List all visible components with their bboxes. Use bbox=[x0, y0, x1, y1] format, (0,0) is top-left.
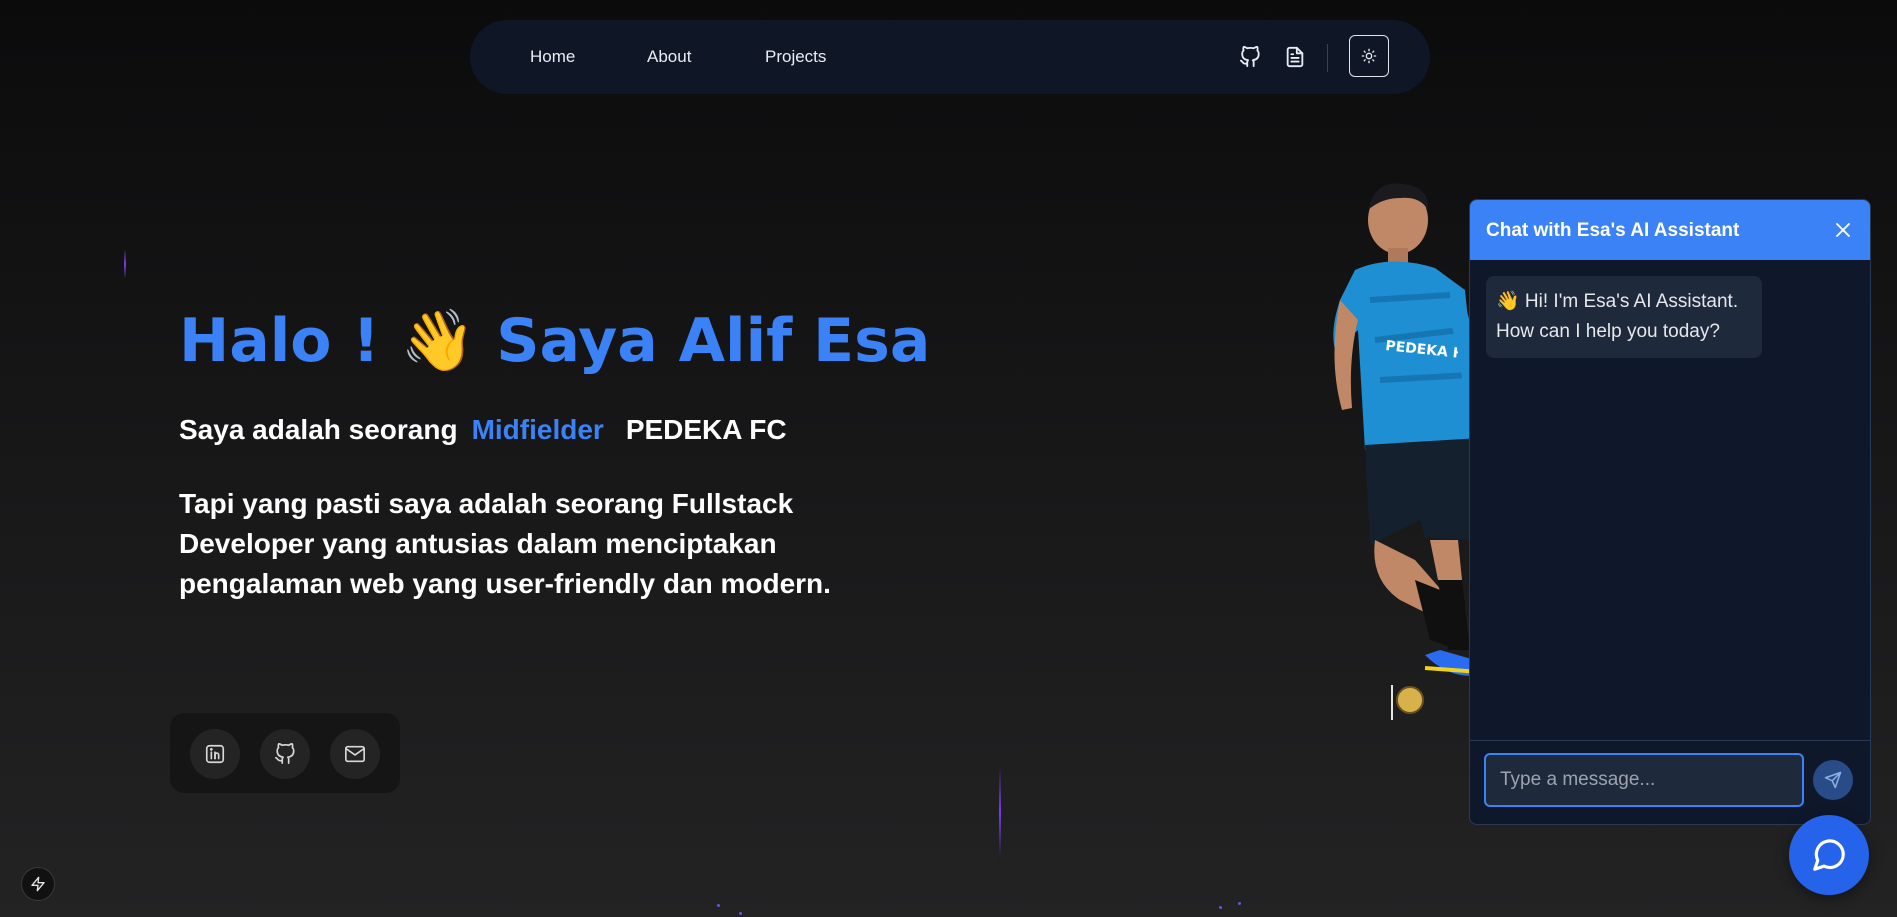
hero-greeting: Halo ! bbox=[179, 306, 380, 376]
hero-description: Tapi yang pasti saya adalah seorang Full… bbox=[179, 488, 831, 599]
github-button[interactable] bbox=[260, 729, 310, 779]
hero-team: PEDEKA FC bbox=[625, 414, 787, 445]
decorative-line bbox=[999, 765, 1001, 860]
bolt-button[interactable] bbox=[21, 867, 55, 901]
chat-header: Chat with Esa's AI Assistant bbox=[1470, 200, 1870, 260]
decorative-line bbox=[124, 250, 126, 278]
send-button[interactable] bbox=[1813, 760, 1853, 800]
lightning-bolt-icon bbox=[31, 876, 45, 892]
send-icon bbox=[1824, 771, 1842, 789]
decorative-dot bbox=[1238, 902, 1241, 905]
decorative-dot bbox=[717, 904, 720, 907]
navbar: Home About Projects bbox=[470, 20, 1430, 94]
chat-panel: Chat with Esa's AI Assistant 👋 Hi! I'm E… bbox=[1469, 199, 1871, 825]
email-button[interactable] bbox=[330, 729, 380, 779]
chat-footer bbox=[1470, 740, 1870, 824]
message-bubble-icon bbox=[1813, 839, 1845, 871]
decorative-dot bbox=[1219, 906, 1222, 909]
waving-hand-emoji: 👋 bbox=[400, 306, 476, 376]
resume-document-icon[interactable] bbox=[1280, 42, 1310, 72]
nav-link-about[interactable]: About bbox=[647, 20, 691, 94]
sun-icon bbox=[1361, 48, 1377, 64]
social-links-card bbox=[170, 713, 400, 793]
theme-toggle-button[interactable] bbox=[1349, 35, 1389, 77]
hero-role: Midfielder bbox=[471, 414, 604, 445]
chat-toggle-button[interactable] bbox=[1789, 815, 1869, 895]
chat-title: Chat with Esa's AI Assistant bbox=[1486, 220, 1740, 241]
hero-subtitle: Saya adalah seorang Midfielder PEDEKA FC bbox=[179, 414, 787, 446]
mail-icon bbox=[345, 745, 365, 763]
hero-title: Halo ! 👋 Saya Alif Esa bbox=[179, 305, 930, 376]
github-icon[interactable] bbox=[1235, 42, 1265, 72]
decorative-dot bbox=[739, 912, 742, 915]
nav-link-projects[interactable]: Projects bbox=[765, 20, 826, 94]
chat-message-input[interactable] bbox=[1484, 753, 1804, 807]
nav-divider bbox=[1327, 44, 1328, 72]
linkedin-icon bbox=[205, 744, 225, 764]
hero-sub-prefix: Saya adalah seorang bbox=[179, 414, 458, 445]
close-icon[interactable] bbox=[1830, 217, 1856, 243]
linkedin-button[interactable] bbox=[190, 729, 240, 779]
github-icon bbox=[275, 743, 295, 764]
nav-link-home[interactable]: Home bbox=[530, 20, 575, 94]
hero-name: Saya Alif Esa bbox=[496, 306, 931, 376]
chat-message-bubble: 👋 Hi! I'm Esa's AI Assistant. How can I … bbox=[1486, 276, 1762, 358]
